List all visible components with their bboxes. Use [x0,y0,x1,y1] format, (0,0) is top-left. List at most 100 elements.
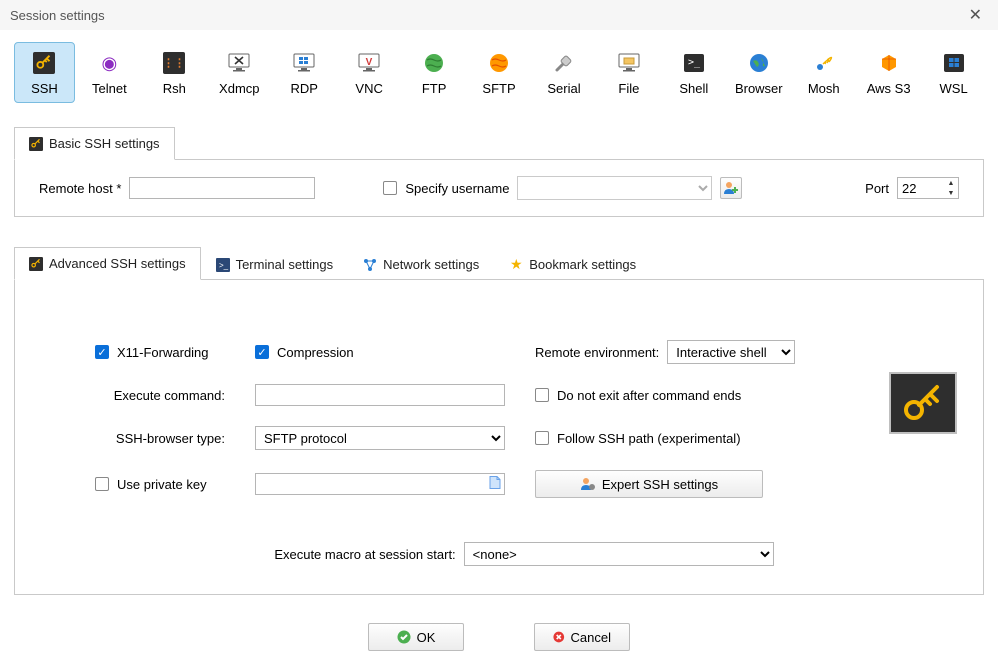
globe-icon: ◉ [97,51,121,75]
proto-browser[interactable]: Browser [728,42,789,103]
globe-orange-icon [487,51,511,75]
earth-icon [747,51,771,75]
private-key-input[interactable] [255,473,505,495]
ok-button[interactable]: OK [368,623,464,651]
proto-shell[interactable]: >_ Shell [663,42,724,103]
manage-users-button[interactable] [720,177,742,199]
tab-basic-ssh[interactable]: Basic SSH settings [14,127,175,160]
tab-advanced-ssh[interactable]: Advanced SSH settings [14,247,201,280]
proto-label: Telnet [92,81,127,96]
x-circle-icon [553,630,565,644]
compression-label: Compression [277,345,354,360]
proto-ssh[interactable]: SSH [14,42,75,103]
proto-label: Browser [735,81,783,96]
monitor-x-icon [227,51,251,75]
proto-label: SFTP [482,81,515,96]
remote-host-label: Remote host * [39,181,121,196]
private-key-label: Use private key [117,477,207,492]
key-icon [29,137,43,151]
x11-forwarding-checkbox[interactable]: ✓ [95,345,109,359]
proto-xdmcp[interactable]: Xdmcp [209,42,270,103]
proto-rsh[interactable]: ⋮⋮ Rsh [144,42,205,103]
close-icon[interactable]: ✕ [963,3,988,27]
proto-label: Serial [547,81,580,96]
proto-label: Shell [679,81,708,96]
follow-path-label: Follow SSH path (experimental) [557,431,741,446]
proto-rdp[interactable]: RDP [274,42,335,103]
advanced-tabs: Advanced SSH settings >_ Terminal settin… [14,247,984,280]
protocol-toolbar: SSH ◉ Telnet ⋮⋮ Rsh Xdmcp RDP V VNC FTP [0,30,998,113]
proto-label: RDP [290,81,317,96]
macro-label: Execute macro at session start: [274,547,455,562]
svg-text:⋮⋮: ⋮⋮ [163,58,185,70]
window-title: Session settings [10,8,105,23]
proto-label: SSH [31,81,58,96]
remote-env-label: Remote environment: [535,345,659,360]
dialog-buttons: OK Cancel [14,623,984,651]
specify-username-label: Specify username [405,181,509,196]
svg-text:>_: >_ [688,57,701,68]
network-icon [363,258,377,272]
proto-serial[interactable]: Serial [534,42,595,103]
proto-label: WSL [940,81,968,96]
ok-label: OK [417,630,436,645]
key-icon [29,257,43,271]
proto-label: Xdmcp [219,81,259,96]
proto-label: VNC [355,81,382,96]
proto-mosh[interactable]: Mosh [793,42,854,103]
remote-env-select[interactable]: Interactive shell [667,340,795,364]
proto-ftp[interactable]: FTP [404,42,465,103]
exec-cmd-label: Execute command: [114,388,225,403]
monitor-v-icon: V [357,51,381,75]
follow-path-checkbox[interactable] [535,431,549,445]
ssh-browser-label: SSH-browser type: [116,431,225,446]
aws-icon [877,51,901,75]
tab-label: Bookmark settings [529,257,636,272]
ssh-browser-select[interactable]: SFTP protocol [255,426,505,450]
proto-label: Mosh [808,81,840,96]
username-select[interactable] [517,176,712,200]
satellite-icon [812,51,836,75]
compression-checkbox[interactable]: ✓ [255,345,269,359]
tab-terminal-settings[interactable]: >_ Terminal settings [201,248,349,280]
ssh-key-image [889,372,957,434]
wsl-icon [942,51,966,75]
proto-awss3[interactable]: Aws S3 [858,42,919,103]
terminal-icon: >_ [216,258,230,272]
key-icon [32,51,56,75]
port-spin-down[interactable]: ▼ [944,188,958,198]
remote-host-input[interactable] [129,177,315,199]
plug-icon [552,51,576,75]
proto-file[interactable]: File [598,42,659,103]
basic-panel: Remote host * Specify username Port ▲ [14,159,984,217]
star-icon: ★ [509,258,523,272]
expert-ssh-label: Expert SSH settings [602,477,718,492]
port-field: ▲ ▼ [897,177,959,199]
port-spin-up[interactable]: ▲ [944,178,958,188]
tab-label: Advanced SSH settings [49,256,186,271]
proto-vnc[interactable]: V VNC [339,42,400,103]
svg-text:V: V [366,57,373,68]
proto-sftp[interactable]: SFTP [469,42,530,103]
tab-network-settings[interactable]: Network settings [348,248,494,280]
check-circle-icon [397,630,411,644]
private-key-checkbox[interactable] [95,477,109,491]
cancel-label: Cancel [571,630,611,645]
tab-label: Terminal settings [236,257,334,272]
tab-bookmark-settings[interactable]: ★ Bookmark settings [494,248,651,280]
proto-label: FTP [422,81,447,96]
proto-label: File [618,81,639,96]
macro-select[interactable]: <none> [464,542,774,566]
cancel-button[interactable]: Cancel [534,623,630,651]
expert-ssh-button[interactable]: Expert SSH settings [535,470,763,498]
proto-telnet[interactable]: ◉ Telnet [79,42,140,103]
proto-label: Aws S3 [867,81,911,96]
no-exit-label: Do not exit after command ends [557,388,741,403]
svg-text:>_: >_ [219,261,229,270]
specify-username-checkbox[interactable] [383,181,397,195]
monitor-folder-icon [617,51,641,75]
exec-cmd-input[interactable] [255,384,505,406]
globe-green-icon [422,51,446,75]
proto-wsl[interactable]: WSL [923,42,984,103]
no-exit-checkbox[interactable] [535,388,549,402]
